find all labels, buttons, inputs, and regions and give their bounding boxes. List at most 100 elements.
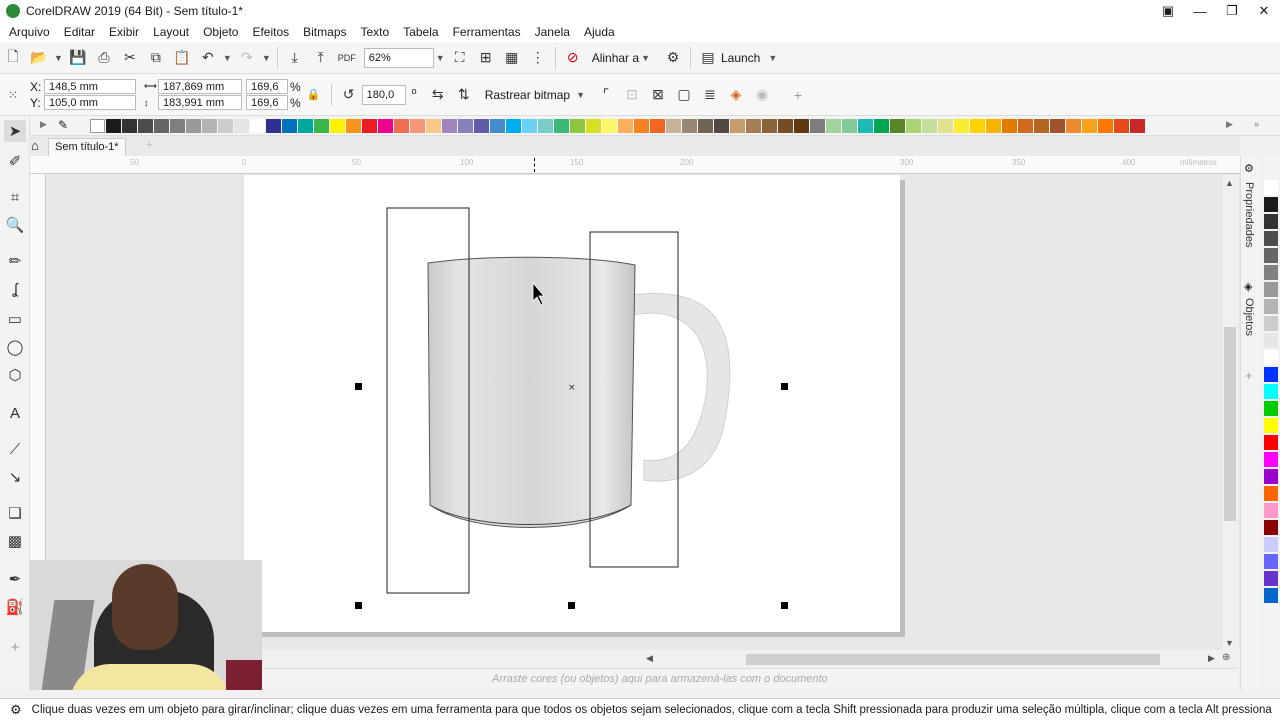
open-icon[interactable]: 📂: [26, 46, 52, 70]
right-color-swatch[interactable]: [1264, 197, 1278, 212]
freehand-tool-icon[interactable]: ✏: [4, 250, 26, 272]
publish-pdf-icon[interactable]: PDF: [334, 46, 360, 70]
color-swatch[interactable]: [106, 119, 121, 133]
color-swatch[interactable]: [1066, 119, 1081, 133]
right-color-swatch[interactable]: [1264, 571, 1278, 586]
redo-icon[interactable]: ↷: [234, 46, 260, 70]
scroll-up-icon[interactable]: ▲: [1225, 178, 1234, 188]
color-swatch[interactable]: [714, 119, 729, 133]
color-swatch[interactable]: [1114, 119, 1129, 133]
menu-ajuda[interactable]: Ajuda: [577, 25, 622, 39]
color-swatch[interactable]: [794, 119, 809, 133]
color-swatch[interactable]: [410, 119, 425, 133]
crop-tool-icon[interactable]: ⌗: [4, 186, 26, 208]
color-swatch[interactable]: [698, 119, 713, 133]
color-swatch[interactable]: [138, 119, 153, 133]
cut-icon[interactable]: ✂: [117, 46, 143, 70]
reference-point-icon[interactable]: ⁙: [0, 83, 26, 107]
color-swatch[interactable]: [570, 119, 585, 133]
objects-docker-icon[interactable]: ◈: [1244, 280, 1252, 293]
color-swatch[interactable]: [458, 119, 473, 133]
zoom-dropdown-icon[interactable]: ▼: [436, 53, 445, 63]
right-color-swatch[interactable]: [1264, 469, 1278, 484]
add-icon[interactable]: +: [785, 83, 811, 107]
color-swatch[interactable]: [330, 119, 345, 133]
right-color-swatch[interactable]: [1264, 231, 1278, 246]
print-icon[interactable]: ⎙: [91, 46, 117, 70]
shape-tool-icon[interactable]: ✐: [4, 150, 26, 172]
right-color-swatch[interactable]: [1264, 503, 1278, 518]
restore-panel-icon[interactable]: ▣: [1152, 0, 1184, 22]
add-tab-icon[interactable]: +: [146, 139, 152, 151]
color-swatch[interactable]: [122, 119, 137, 133]
launch-icon[interactable]: ▤: [695, 46, 721, 70]
artistic-media-icon[interactable]: ʆ: [4, 278, 26, 300]
color-swatch[interactable]: [666, 119, 681, 133]
objects-docker-tab[interactable]: Objetos: [1243, 298, 1255, 336]
color-swatch[interactable]: [218, 119, 233, 133]
vertical-scroll-thumb[interactable]: [1224, 327, 1236, 521]
menu-efeitos[interactable]: Efeitos: [245, 25, 296, 39]
color-swatch[interactable]: [170, 119, 185, 133]
right-color-swatch[interactable]: [1264, 537, 1278, 552]
color-swatch[interactable]: [682, 119, 697, 133]
document-page[interactable]: ×: [244, 175, 900, 632]
mirror-horizontal-icon[interactable]: ⇆: [425, 83, 451, 107]
properties-docker-tab[interactable]: Propriedades: [1243, 182, 1255, 247]
selection-handle-right[interactable]: [781, 383, 788, 390]
rotation-center-marker[interactable]: ×: [568, 383, 576, 393]
color-swatch[interactable]: [954, 119, 969, 133]
stack-icon[interactable]: ◉: [749, 83, 775, 107]
color-swatch[interactable]: [442, 119, 457, 133]
right-color-swatch[interactable]: [1264, 282, 1278, 297]
menu-arquivo[interactable]: Arquivo: [2, 25, 57, 39]
selection-handle-bottom-right[interactable]: [781, 602, 788, 609]
right-color-swatch[interactable]: [1264, 214, 1278, 229]
palette-menu-icon[interactable]: »: [1254, 119, 1259, 129]
options-gear-icon[interactable]: ⚙: [660, 46, 686, 70]
rotate-icon[interactable]: ↺: [336, 83, 362, 107]
horizontal-ruler[interactable]: 50 0 50 100 150 200 300 350 400 milímetr…: [30, 156, 1240, 174]
color-swatch[interactable]: [298, 119, 313, 133]
color-swatch[interactable]: [250, 119, 265, 133]
color-swatch[interactable]: [618, 119, 633, 133]
menu-editar[interactable]: Editar: [57, 25, 102, 39]
color-swatch[interactable]: [986, 119, 1001, 133]
color-swatch[interactable]: [1034, 119, 1049, 133]
color-swatch[interactable]: [762, 119, 777, 133]
right-color-swatch[interactable]: [1264, 418, 1278, 433]
width-field[interactable]: 187,869 mm: [158, 79, 242, 94]
color-swatch[interactable]: [1082, 119, 1097, 133]
rulers-icon[interactable]: ⊞: [473, 46, 499, 70]
right-color-swatch[interactable]: [1264, 316, 1278, 331]
y-position-field[interactable]: 105,0 mm: [44, 95, 136, 110]
pick-tool-icon[interactable]: ➤: [4, 120, 26, 142]
color-swatch[interactable]: [938, 119, 953, 133]
color-swatch[interactable]: [426, 119, 441, 133]
color-swatch[interactable]: [186, 119, 201, 133]
color-swatch[interactable]: [778, 119, 793, 133]
right-color-swatch[interactable]: [1264, 333, 1278, 348]
color-swatch[interactable]: [538, 119, 553, 133]
no-color-swatch[interactable]: [90, 119, 105, 133]
scroll-left-icon[interactable]: ▶: [40, 119, 47, 130]
parallel-dimension-icon[interactable]: ⟋: [4, 438, 26, 460]
resample-icon[interactable]: ⊡: [619, 83, 645, 107]
horizontal-scroll-thumb[interactable]: [746, 654, 1160, 665]
palette-scroll-right-icon[interactable]: ▶: [1226, 119, 1233, 130]
mug-artwork[interactable]: ×: [244, 175, 900, 632]
right-color-swatch[interactable]: [1264, 401, 1278, 416]
color-swatch[interactable]: [234, 119, 249, 133]
color-swatch[interactable]: [730, 119, 745, 133]
crop-bitmap-icon[interactable]: ⌜: [593, 83, 619, 107]
add-docker-icon[interactable]: +: [1245, 368, 1253, 383]
color-swatch[interactable]: [506, 119, 521, 133]
color-swatch[interactable]: [858, 119, 873, 133]
selection-handle-bottom[interactable]: [568, 602, 575, 609]
grid-icon[interactable]: ▦: [499, 46, 525, 70]
scroll-down-icon[interactable]: ▼: [1225, 638, 1234, 648]
drop-shadow-icon[interactable]: ❏: [4, 502, 26, 524]
right-color-swatch[interactable]: [1264, 554, 1278, 569]
text-wrap-icon[interactable]: ≣: [697, 83, 723, 107]
zoom-navigator-icon[interactable]: ⊕: [1222, 652, 1230, 663]
